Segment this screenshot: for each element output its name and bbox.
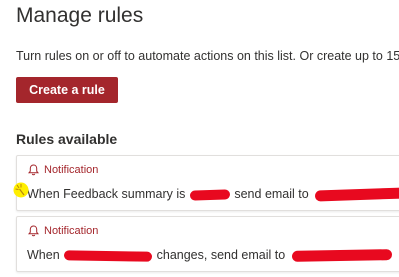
rule-card[interactable]: Notification When Feedback summary is se… — [16, 155, 399, 211]
rule-type: Notification — [28, 225, 98, 237]
create-rule-button[interactable]: Create a rule — [16, 77, 118, 103]
manage-rules-panel: Manage rules Turn rules on or off to aut… — [0, 0, 399, 277]
rule-card[interactable]: Notification When changes, send email to — [16, 216, 399, 272]
rule-type-label: Notification — [44, 164, 99, 176]
rule-type-label: Notification — [44, 225, 99, 237]
rules-available-heading: Rules available — [16, 131, 118, 147]
rule-text-middle: send email to — [234, 187, 309, 201]
bell-icon — [28, 225, 39, 237]
rule-text-before: When — [27, 248, 60, 262]
redaction-mark — [64, 249, 153, 262]
rule-description: When Feedback summary is send email to — [27, 187, 399, 202]
click-highlight-icon — [13, 182, 29, 198]
page-description: Turn rules on or off to automate actions… — [16, 49, 399, 63]
redaction-mark — [315, 187, 399, 202]
bell-icon — [28, 164, 39, 176]
page-title: Manage rules — [16, 4, 144, 27]
rule-type: Notification — [28, 164, 98, 176]
rule-text-before: When Feedback summary is — [27, 187, 186, 201]
redaction-mark — [189, 189, 231, 201]
rule-description: When changes, send email to — [27, 248, 392, 263]
redaction-mark — [291, 249, 392, 263]
rule-text-middle: changes, send email to — [156, 248, 286, 262]
